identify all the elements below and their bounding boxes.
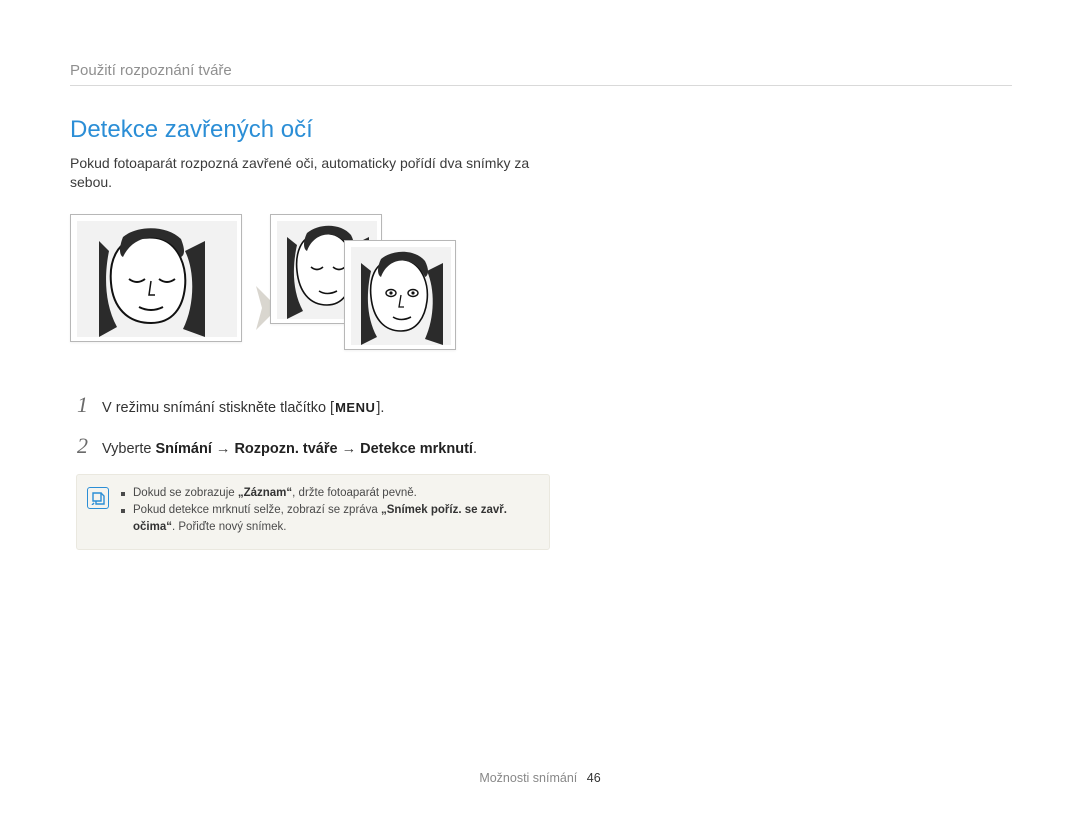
step-number: 2 <box>70 433 88 459</box>
intro-text: Pokud fotoaparát rozpozná zavřené oči, a… <box>70 154 540 192</box>
note-icon <box>87 487 109 509</box>
step-prefix: Vyberte <box>102 441 155 457</box>
menu-button-label: MENU <box>334 399 376 418</box>
step-suffix: . <box>473 441 477 457</box>
page-footer: Možnosti snímání 46 <box>0 771 1080 785</box>
arrow-sep: → <box>338 441 361 457</box>
step-text: V režimu snímání stiskněte tlačítko [MEN… <box>102 398 384 419</box>
footer-page-number: 46 <box>587 771 601 785</box>
step-suffix: ]. <box>376 400 384 416</box>
note-list: Dokud se zobrazuje „Záznam“, držte fotoa… <box>121 485 535 537</box>
note-text: Dokud se zobrazuje <box>133 487 238 499</box>
arrow-sep: → <box>212 441 235 457</box>
step-prefix: V režimu snímání stiskněte tlačítko [ <box>102 400 334 416</box>
steps-list: 1 V režimu snímání stiskněte tlačítko [M… <box>70 392 540 460</box>
step-bold-1: Snímání <box>155 441 211 457</box>
note-text: Pokud detekce mrknutí selže, zobrazí se … <box>133 504 381 516</box>
note-bold: „Záznam“ <box>238 487 292 499</box>
note-box: Dokud se zobrazuje „Záznam“, držte fotoa… <box>76 474 550 550</box>
note-text: , držte fotoaparát pevně. <box>292 487 417 499</box>
step-number: 1 <box>70 392 88 418</box>
photo-result-front <box>344 240 456 350</box>
photo-eyes-closed <box>70 214 242 342</box>
step-1: 1 V režimu snímání stiskněte tlačítko [M… <box>70 392 540 419</box>
note-item-2: Pokud detekce mrknutí selže, zobrazí se … <box>121 502 535 537</box>
note-item-1: Dokud se zobrazuje „Záznam“, držte fotoa… <box>121 485 535 502</box>
section-title: Detekce zavřených očí <box>70 116 1012 144</box>
figure-row <box>70 214 1012 364</box>
photo-stack <box>270 214 470 364</box>
step-2: 2 Vyberte Snímání → Rozpozn. tváře → Det… <box>70 433 540 460</box>
note-text: . Pořiďte nový snímek. <box>172 521 286 533</box>
step-bold-2: Rozpozn. tváře <box>234 441 337 457</box>
step-text: Vyberte Snímání → Rozpozn. tváře → Detek… <box>102 439 477 460</box>
step-bold-3: Detekce mrknutí <box>360 441 473 457</box>
breadcrumb: Použití rozpoznání tváře <box>70 62 1012 86</box>
footer-section: Možnosti snímání <box>479 771 577 785</box>
